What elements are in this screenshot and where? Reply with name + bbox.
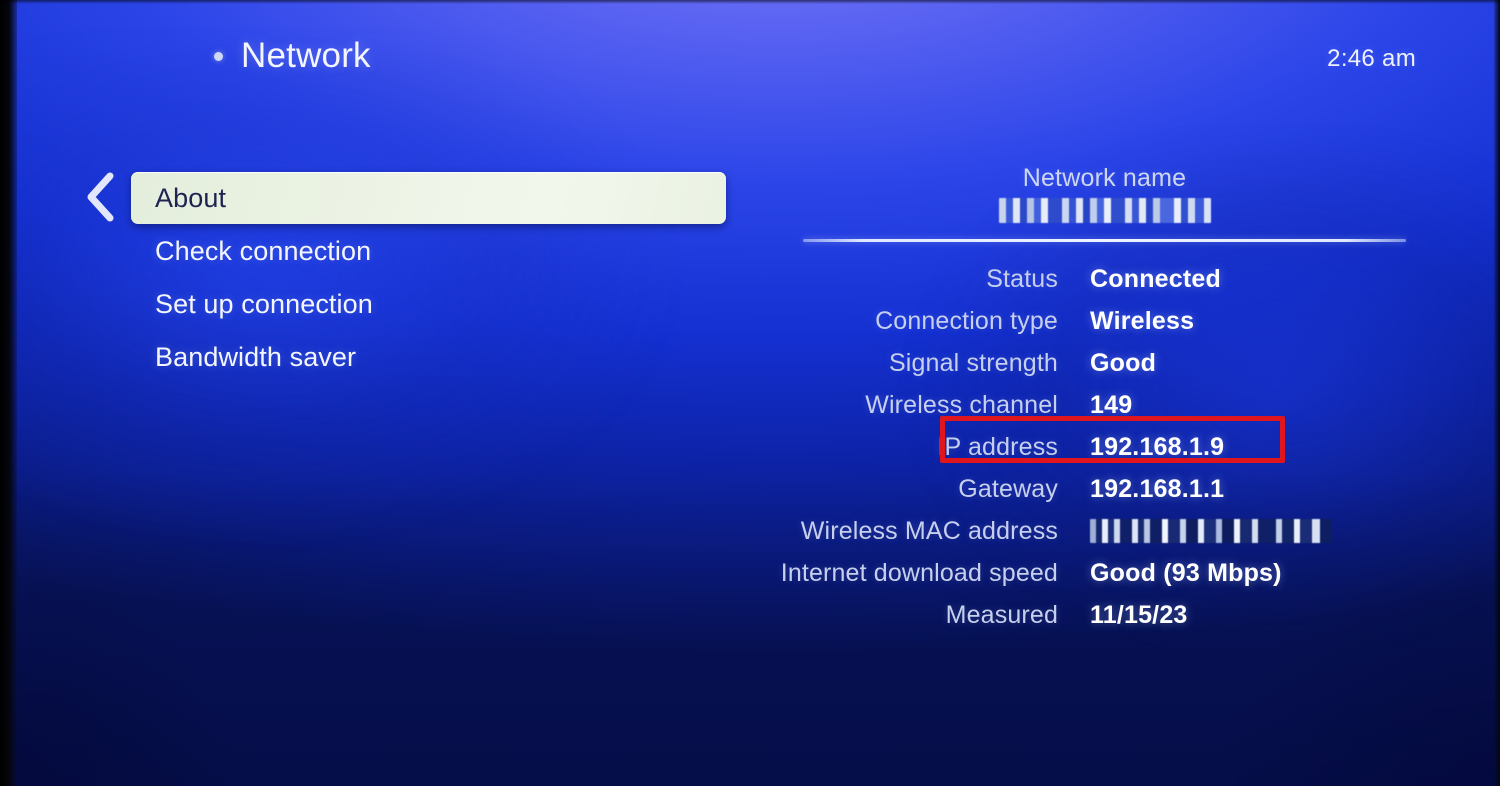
network-name-value — [803, 195, 1406, 225]
detail-row-measured: Measured 11/15/23 — [700, 594, 1406, 636]
screen-bezel-top — [0, 0, 1500, 4]
screen-bezel-left — [0, 0, 17, 786]
detail-value: 11/15/23 — [1090, 600, 1188, 629]
sidebar-item-label: Check connection — [155, 235, 372, 266]
chevron-left-icon[interactable] — [83, 171, 117, 223]
detail-label: Status — [986, 264, 1058, 293]
sidebar-item-label: Set up connection — [155, 288, 373, 319]
detail-label: IP address — [937, 432, 1058, 461]
tv-network-settings-screen: Network 2:46 am About Check connection S… — [0, 0, 1500, 786]
detail-value: Wireless — [1090, 306, 1195, 335]
detail-label: Signal strength — [888, 348, 1058, 377]
detail-label: Wireless MAC address — [800, 516, 1058, 545]
settings-menu: About Check connection Set up connection… — [131, 172, 726, 383]
redacted-network-name — [998, 197, 1211, 223]
network-details-list: Status Connected Connection type Wireles… — [700, 258, 1406, 636]
detail-value: 192.168.1.1 — [1090, 474, 1225, 503]
detail-row-signal-strength: Signal strength Good — [700, 342, 1406, 384]
sidebar-item-set-up-connection[interactable]: Set up connection — [131, 278, 726, 330]
detail-label: Connection type — [875, 306, 1058, 335]
detail-label: Gateway — [958, 474, 1058, 503]
detail-value: Connected — [1090, 264, 1221, 293]
dot-icon — [214, 52, 223, 61]
detail-value — [1090, 519, 1406, 543]
detail-row-gateway: Gateway 192.168.1.1 — [700, 468, 1406, 510]
detail-label: Measured — [945, 600, 1058, 629]
detail-value: Good — [1090, 348, 1157, 377]
detail-label: Internet download speed — [780, 558, 1058, 587]
detail-row-connection-type: Connection type Wireless — [700, 300, 1406, 342]
sidebar-item-label: Bandwidth saver — [155, 341, 357, 372]
screen-bezel-right — [1494, 0, 1500, 786]
detail-value: Good (93 Mbps) — [1090, 558, 1282, 587]
divider — [803, 239, 1406, 242]
detail-label: Wireless channel — [865, 390, 1058, 419]
redacted-mac-address — [1090, 519, 1332, 543]
background-vignette-bottom-left — [0, 432, 450, 786]
detail-value: 192.168.1.9 — [1090, 432, 1225, 461]
sidebar-item-label: About — [155, 182, 227, 213]
network-name-label: Network name — [1022, 164, 1187, 192]
detail-row-wireless-channel: Wireless channel 149 — [700, 384, 1406, 426]
detail-row-ip-address: IP address 192.168.1.9 — [700, 426, 1406, 468]
sidebar-item-bandwidth-saver[interactable]: Bandwidth saver — [131, 331, 726, 383]
sidebar-item-check-connection[interactable]: Check connection — [131, 225, 726, 277]
detail-row-wireless-mac-address: Wireless MAC address — [700, 510, 1406, 552]
detail-row-status: Status Connected — [700, 258, 1406, 300]
detail-value: 149 — [1090, 390, 1133, 419]
page-title: Network — [241, 36, 371, 75]
detail-row-internet-download-speed: Internet download speed Good (93 Mbps) — [700, 552, 1406, 594]
clock: 2:46 am — [1327, 45, 1416, 72]
sidebar-item-about[interactable]: About — [131, 172, 726, 224]
